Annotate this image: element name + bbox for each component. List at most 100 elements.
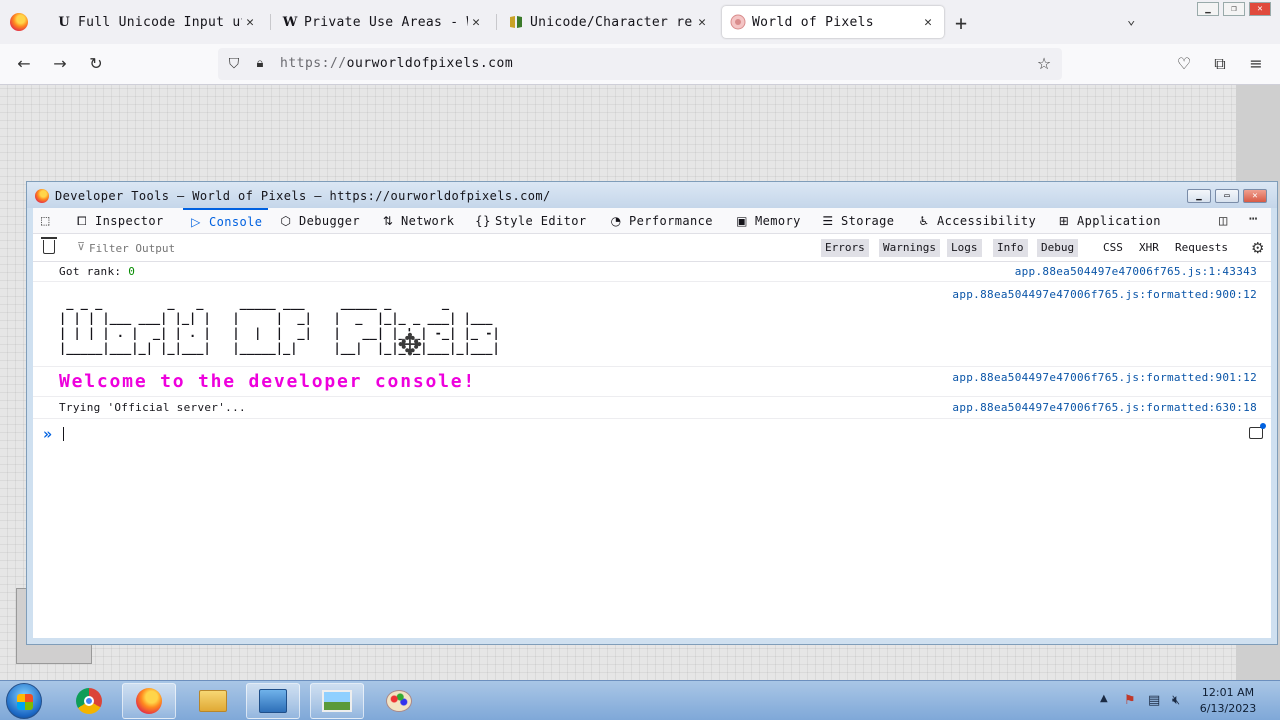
filter-logs-button[interactable]: Logs [947, 239, 982, 257]
taskbar-image-viewer[interactable] [310, 683, 364, 719]
taskbar-firefox[interactable] [122, 683, 176, 719]
tab-inspector[interactable]: ⧠ Inspector [75, 208, 164, 234]
shield-icon[interactable]: ⛉ [224, 54, 244, 74]
tab-title: Full Unicode Input ut [78, 14, 242, 30]
log-source-link[interactable]: app.88ea504497e47006f765.js:formatted:90… [952, 371, 1257, 384]
taskbar-explorer[interactable] [186, 683, 240, 719]
console-icon: ▷ [191, 215, 201, 229]
filter-xhr-button[interactable]: XHR [1135, 239, 1163, 257]
devtools-minimize-icon[interactable]: ▁ [1187, 189, 1211, 203]
new-tab-icon[interactable]: + [955, 11, 967, 35]
log-source-link[interactable]: app.88ea504497e47006f765.js:1:43343 [1015, 265, 1257, 278]
restore-window-icon[interactable]: ❐ [1223, 2, 1245, 16]
log-number: 0 [128, 265, 136, 278]
taskbar-control-panel[interactable] [246, 683, 300, 719]
tab-application[interactable]: ⊞ Application [1057, 208, 1161, 234]
close-tab-icon[interactable]: ✕ [468, 15, 484, 30]
welcome-message: Welcome to the developer console! [59, 371, 477, 392]
close-window-icon[interactable]: ✕ [1249, 2, 1271, 16]
tab-accessibility[interactable]: ♿︎ Accessibility [917, 208, 1036, 234]
extensions-icon[interactable]: ⧉ [1210, 54, 1230, 74]
filter-info-button[interactable]: Info [993, 239, 1028, 257]
firefox-logo-icon[interactable] [10, 13, 28, 31]
firefox-logo-icon [35, 189, 49, 203]
tab-memory[interactable]: ▣ Memory [735, 208, 801, 234]
filter-css-button[interactable]: CSS [1099, 239, 1127, 257]
paint-palette-icon [386, 690, 412, 712]
log-row: Trying 'Official server'... app.88ea5044… [33, 397, 1271, 419]
ascii-art-banner: _ _ _ _ _ _____ ___ _____ _ _ | | | |___ … [59, 296, 500, 356]
devtools-panel: ⬚ ⧠ Inspector ▷ Console ⬡ Debugger ⇅ Network… [33, 208, 1271, 638]
devtools-maximize-icon[interactable]: ▭ [1215, 189, 1239, 203]
url-bar[interactable]: ⛉ 🔒︎ https://ourworldofpixels.com ☆ [218, 48, 1062, 80]
tab-performance[interactable]: ◔ Performance [609, 208, 713, 234]
log-source-link[interactable]: app.88ea504497e47006f765.js:formatted:63… [952, 401, 1257, 414]
filter-output-input[interactable] [73, 238, 773, 258]
volume-muted-icon[interactable]: 🔇︎ [1172, 693, 1180, 708]
tab-label: Memory [755, 214, 801, 228]
log-message: Trying 'Official server'... [59, 401, 246, 414]
start-button-icon[interactable] [6, 683, 42, 719]
tab-unicode-character-reference[interactable]: Unicode/Character re ✕ [500, 6, 718, 38]
devtools-close-icon[interactable]: ✕ [1243, 189, 1267, 203]
list-all-tabs-chevron-down-icon[interactable]: ⌄ [1127, 12, 1135, 28]
tab-style-editor[interactable]: {} Style Editor [475, 208, 587, 234]
tab-bar: U Full Unicode Input ut ✕ W Private Use … [0, 0, 1280, 44]
console-prompt-icon: » [43, 425, 53, 443]
url-text[interactable]: https://ourworldofpixels.com [280, 56, 513, 71]
reload-icon[interactable]: ↻ [86, 54, 106, 74]
close-tab-icon[interactable]: ✕ [694, 15, 710, 30]
ascii-line: | | | | . | _| | . | | | | _| | __| |_'_… [59, 326, 500, 340]
picture-icon [322, 690, 352, 712]
firefox-icon [136, 688, 162, 714]
back-arrow-icon[interactable]: ← [14, 54, 34, 74]
tab-full-unicode-input[interactable]: U Full Unicode Input ut ✕ [48, 6, 266, 38]
taskbar-chrome[interactable] [62, 683, 116, 719]
tab-label: Style Editor [495, 214, 587, 228]
tab-title: World of Pixels [752, 14, 874, 30]
filter-warnings-button[interactable]: Warnings [879, 239, 940, 257]
network-tray-icon[interactable]: ▤ [1148, 693, 1160, 708]
pick-element-icon[interactable]: ⬚ [41, 213, 49, 229]
console-input-caret[interactable] [63, 427, 64, 441]
log-source-link[interactable]: app.88ea504497e47006f765.js:formatted:90… [952, 288, 1257, 301]
tab-world-of-pixels[interactable]: World of Pixels ✕ [722, 6, 944, 38]
dock-side-icon[interactable]: ◫ [1219, 213, 1227, 229]
tab-label: Inspector [95, 214, 164, 228]
filter-requests-button[interactable]: Requests [1171, 239, 1232, 257]
chrome-icon [76, 688, 102, 714]
console-settings-gear-icon[interactable]: ⚙ [1251, 239, 1264, 257]
log-text: Got rank: [59, 265, 129, 278]
system-clock[interactable]: 12:01 AM 6/13/2023 [1196, 685, 1260, 717]
tab-debugger[interactable]: ⬡ Debugger [279, 208, 360, 234]
lock-icon[interactable]: 🔒︎ [250, 54, 270, 74]
log-row: Got rank: 0 app.88ea504497e47006f765.js:… [33, 262, 1271, 282]
editor-mode-toggle-icon[interactable] [1249, 423, 1266, 439]
inspector-icon: ⧠ [76, 213, 87, 228]
close-tab-icon[interactable]: ✕ [242, 15, 258, 30]
show-hidden-icons-icon[interactable]: ▲ [1100, 693, 1108, 704]
more-options-icon[interactable]: ⋯ [1249, 211, 1257, 227]
tab-console[interactable]: ▷ Console [183, 208, 269, 234]
filter-debug-button[interactable]: Debug [1037, 239, 1079, 257]
taskbar-paint[interactable] [372, 683, 426, 719]
world-of-pixels-favicon-icon [730, 14, 746, 30]
action-center-icon[interactable]: ⚑ [1124, 693, 1136, 708]
tab-network[interactable]: ⇅ Network [381, 208, 454, 234]
tab-private-use-areas[interactable]: W Private Use Areas - W ✕ [274, 6, 492, 38]
devtools-title-bar[interactable]: Developer Tools — World of Pixels — http… [27, 182, 1277, 208]
menu-hamburger-icon[interactable]: ≡ [1246, 54, 1266, 74]
memory-icon: ▣ [736, 214, 748, 228]
bookmark-star-icon[interactable]: ☆ [1034, 54, 1054, 74]
clear-console-trash-icon[interactable] [41, 237, 57, 254]
filter-errors-button[interactable]: Errors [821, 239, 869, 257]
minimize-window-icon[interactable]: ▁ [1197, 2, 1219, 16]
tab-title: Private Use Areas - W [304, 14, 468, 30]
close-tab-icon[interactable]: ✕ [920, 15, 936, 30]
pocket-icon[interactable]: ♡ [1174, 54, 1194, 74]
forward-arrow-icon[interactable]: → [50, 54, 70, 74]
taskbar: ▲ ⚑ ▤ 🔇︎ 12:01 AM 6/13/2023 [0, 680, 1280, 720]
unicode-favicon-icon: U [58, 14, 70, 30]
tab-storage[interactable]: ☰ Storage [821, 208, 894, 234]
wikipedia-favicon-icon: W [282, 14, 298, 30]
